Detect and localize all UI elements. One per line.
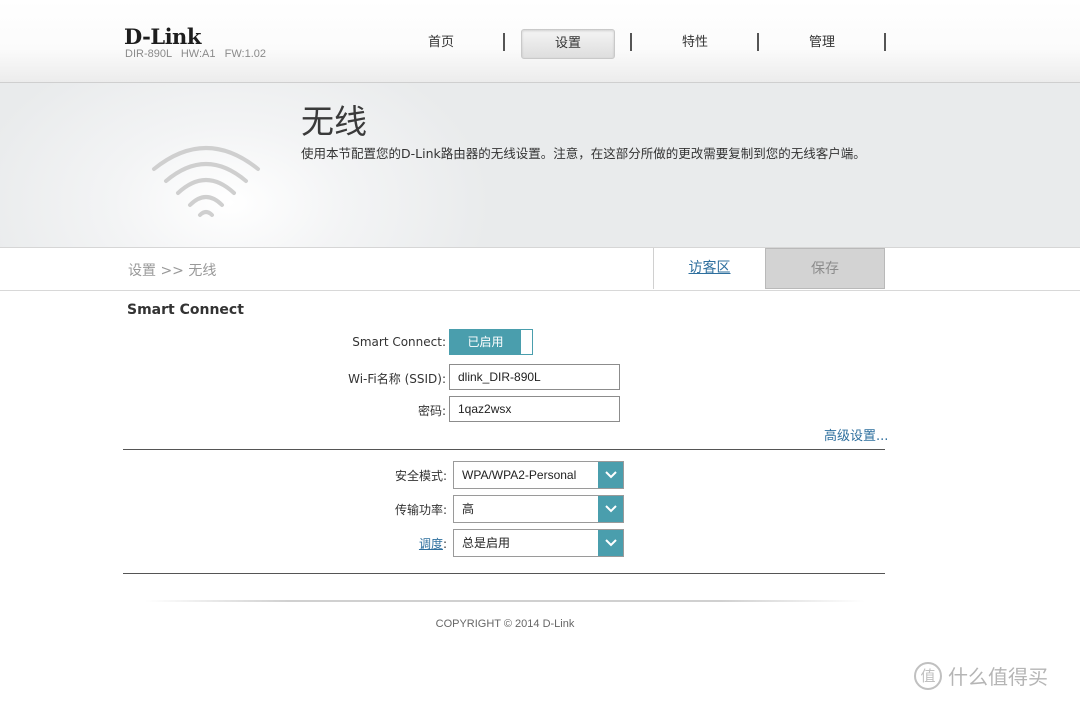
- dlink-logo: D-Link: [124, 24, 201, 49]
- section-title-smart-connect: Smart Connect: [127, 302, 244, 318]
- transmit-power-value: 高: [462, 502, 475, 516]
- advanced-settings-link[interactable]: 高级设置...: [824, 425, 888, 444]
- smart-connect-toggle[interactable]: 已启用: [449, 329, 533, 355]
- password-input[interactable]: [449, 396, 620, 422]
- wifi-icon: [152, 146, 260, 217]
- page-title: 无线: [301, 102, 367, 141]
- page-description: 使用本节配置您的D-Link路由器的无线设置。注意，在这部分所做的更改需要复制到…: [301, 146, 866, 161]
- chevron-down-icon: [598, 496, 623, 522]
- watermark-text: 什么值得买: [948, 665, 1048, 689]
- save-button[interactable]: 保存: [765, 248, 885, 289]
- schedule-link[interactable]: 调度: [419, 537, 443, 551]
- nav-home[interactable]: 首页: [395, 29, 487, 57]
- security-mode-select[interactable]: WPA/WPA2-Personal: [453, 461, 624, 489]
- guest-zone-link[interactable]: 访客区: [653, 248, 765, 289]
- schedule-select[interactable]: 总是启用: [453, 529, 624, 557]
- nav-divider: [757, 33, 759, 51]
- copyright-text: COPYRIGHT © 2014 D-Link: [435, 618, 575, 630]
- section-divider: [123, 573, 885, 574]
- schedule-label: 调度:: [419, 535, 447, 552]
- nav-divider: [630, 33, 632, 51]
- password-label: 密码:: [417, 404, 446, 418]
- page-banner: 无线 使用本节配置您的D-Link路由器的无线设置。注意，在这部分所做的更改需要…: [0, 83, 1080, 248]
- site-watermark: 值 什么值得买: [914, 661, 1048, 690]
- schedule-colon: :: [442, 537, 447, 551]
- transmit-power-label: 传输功率:: [394, 503, 447, 517]
- nav-settings[interactable]: 设置: [521, 29, 615, 59]
- model-info: DIR-890L HW:A1 FW:1.02: [125, 48, 267, 60]
- chevron-down-icon: [598, 462, 623, 488]
- nav-divider: [503, 33, 505, 51]
- top-header: D-Link DIR-890L HW:A1 FW:1.02 首页 设置 特性 管…: [0, 0, 1080, 83]
- chevron-down-icon: [598, 530, 623, 556]
- breadcrumb: 设置 >> 无线: [128, 263, 217, 279]
- nav-management[interactable]: 管理: [776, 29, 868, 57]
- transmit-power-select[interactable]: 高: [453, 495, 624, 523]
- footer-divider: [145, 600, 865, 602]
- breadcrumb-bar: 设置 >> 无线 访客区 保存: [0, 248, 1080, 291]
- ssid-input[interactable]: [449, 364, 620, 390]
- watermark-logo-icon: 值: [914, 661, 942, 690]
- security-mode-value: WPA/WPA2-Personal: [462, 468, 577, 482]
- nav-divider: [884, 33, 886, 51]
- nav-features[interactable]: 特性: [649, 29, 741, 57]
- smart-connect-label: Smart Connect:: [352, 335, 446, 349]
- section-divider: [123, 449, 885, 450]
- security-mode-label: 安全模式:: [394, 469, 447, 483]
- schedule-value: 总是启用: [462, 536, 511, 550]
- toggle-state-label: 已启用: [450, 330, 521, 354]
- ssid-label: Wi-Fi名称 (SSID):: [348, 372, 446, 386]
